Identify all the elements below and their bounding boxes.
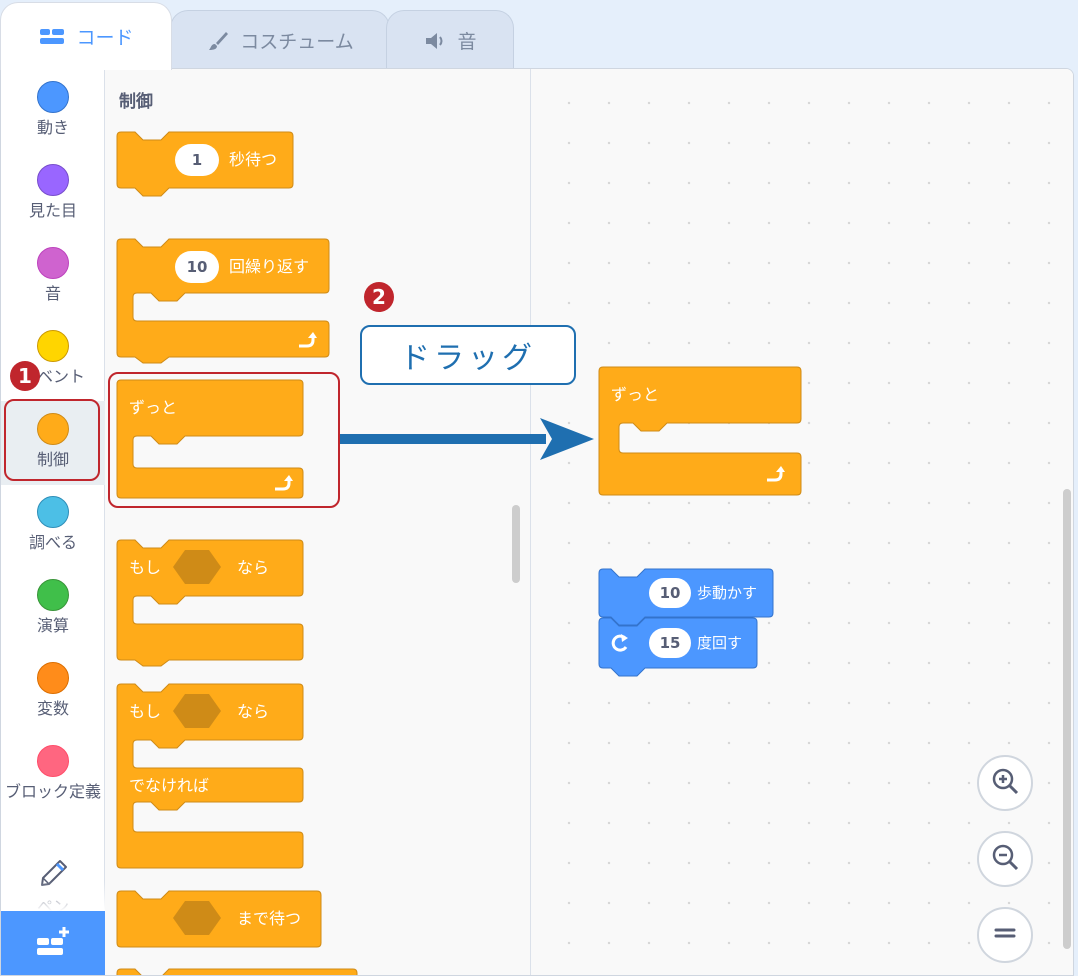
add-extension-button[interactable] [1,911,105,975]
if-label: もし [129,702,162,721]
else-label: でなければ [129,776,210,795]
step-badge-2: 2 [364,282,394,312]
category-menu: 動き 見た目 音 イベント 制御 調べる 演算 変数 ブロック定義 [1,69,105,975]
category-label: 演算 [36,616,69,635]
wait-seconds-input[interactable]: 1 [175,144,219,176]
workspace-scrollbar[interactable] [1063,489,1071,949]
category-sensing[interactable]: 調べる [1,484,105,568]
speaker-icon [423,30,447,52]
motion-dot-icon [37,81,69,113]
repeat-label: 回繰り返す [229,257,310,276]
zoom-in-icon [989,765,1021,801]
turn-degrees-block[interactable]: 15 度回す [598,617,759,678]
repeat-block[interactable]: 10 回繰り返す [116,238,331,364]
if-else-block[interactable]: もし なら でなければ [116,683,305,872]
category-label: 変数 [36,699,69,718]
zoom-out-button[interactable] [977,831,1033,887]
zoom-out-icon [989,841,1021,877]
wait-seconds-block[interactable]: 1 秒待つ [116,131,295,198]
move-steps-label: 歩動かす [697,584,758,602]
sensing-dot-icon [37,496,69,528]
variables-dot-icon [37,662,69,694]
drag-arrow-icon [340,416,596,468]
zoom-reset-button[interactable] [977,907,1033,963]
editor-tabs: コード コスチューム 音 [0,0,1078,70]
equals-icon [992,923,1018,947]
category-sound[interactable]: 音 [1,235,105,319]
tab-code-label: コード [76,27,134,49]
turn-degrees-label: 度回す [697,634,743,652]
tab-costumes[interactable]: コスチューム [170,10,390,70]
if-then-block[interactable]: もし なら [116,539,305,667]
rotate-right-icon [609,632,631,654]
events-dot-icon [37,330,69,362]
category-motion[interactable]: 動き [1,69,105,153]
script-workspace[interactable]: ずっと 10 歩動かす 15 度回す [531,69,1073,975]
wait-until-label: まで待つ [237,909,302,928]
category-label: 見た目 [28,201,77,220]
brush-icon [206,29,230,53]
tab-costumes-label: コスチューム [240,31,354,53]
category-variables[interactable]: 変数 [1,650,105,734]
highlight-forever-block [108,372,340,508]
operators-dot-icon [37,579,69,611]
if-label: もし [129,558,162,577]
turn-degrees-input[interactable]: 15 [649,628,691,658]
then-label: なら [237,702,270,721]
drag-instruction-label: ドラッグ [360,325,576,385]
forever-label: ずっと [611,385,660,404]
palette-title: 制御 [119,92,153,112]
my-blocks-dot-icon [37,745,69,777]
workspace-forever-block[interactable]: ずっと [598,366,803,499]
category-looks[interactable]: 見た目 [1,152,105,236]
loop-arrow-icon [765,465,785,483]
category-label: ブロック定義 [5,782,102,801]
next-block-partial[interactable] [116,967,359,975]
wait-seconds-label: 秒待つ [229,150,278,169]
block-palette: 制御 1 秒待つ 10 回繰り返す ずっと もし なら もし なら でなければ … [105,69,531,975]
editor-frame: 動き 見た目 音 イベント 制御 調べる 演算 変数 ブロック定義 制御 1 秒… [0,68,1074,976]
code-icon [38,27,66,47]
add-extension-icon [33,924,73,964]
move-steps-input[interactable]: 10 [649,578,691,608]
zoom-in-button[interactable] [977,755,1033,811]
step-badge-1: 1 [10,361,40,391]
wait-until-block[interactable]: まで待つ [116,890,323,953]
tab-code[interactable]: コード [0,2,172,70]
looks-dot-icon [37,164,69,196]
tab-sounds[interactable]: 音 [386,10,514,70]
tab-sounds-label: 音 [457,31,477,53]
loop-arrow-icon [297,331,317,349]
category-label: 動き [36,118,69,137]
repeat-count-input[interactable]: 10 [175,251,219,283]
sound-dot-icon [37,247,69,279]
then-label: なら [237,558,270,577]
category-my-blocks[interactable]: ブロック定義 [1,733,105,829]
category-label: 調べる [28,533,77,552]
category-events[interactable]: イベント [1,318,105,402]
highlight-control-category [4,399,100,481]
move-steps-block[interactable]: 10 歩動かす [598,568,775,626]
palette-scrollbar[interactable] [512,505,520,583]
category-label: 音 [44,284,61,303]
category-operators[interactable]: 演算 [1,567,105,651]
